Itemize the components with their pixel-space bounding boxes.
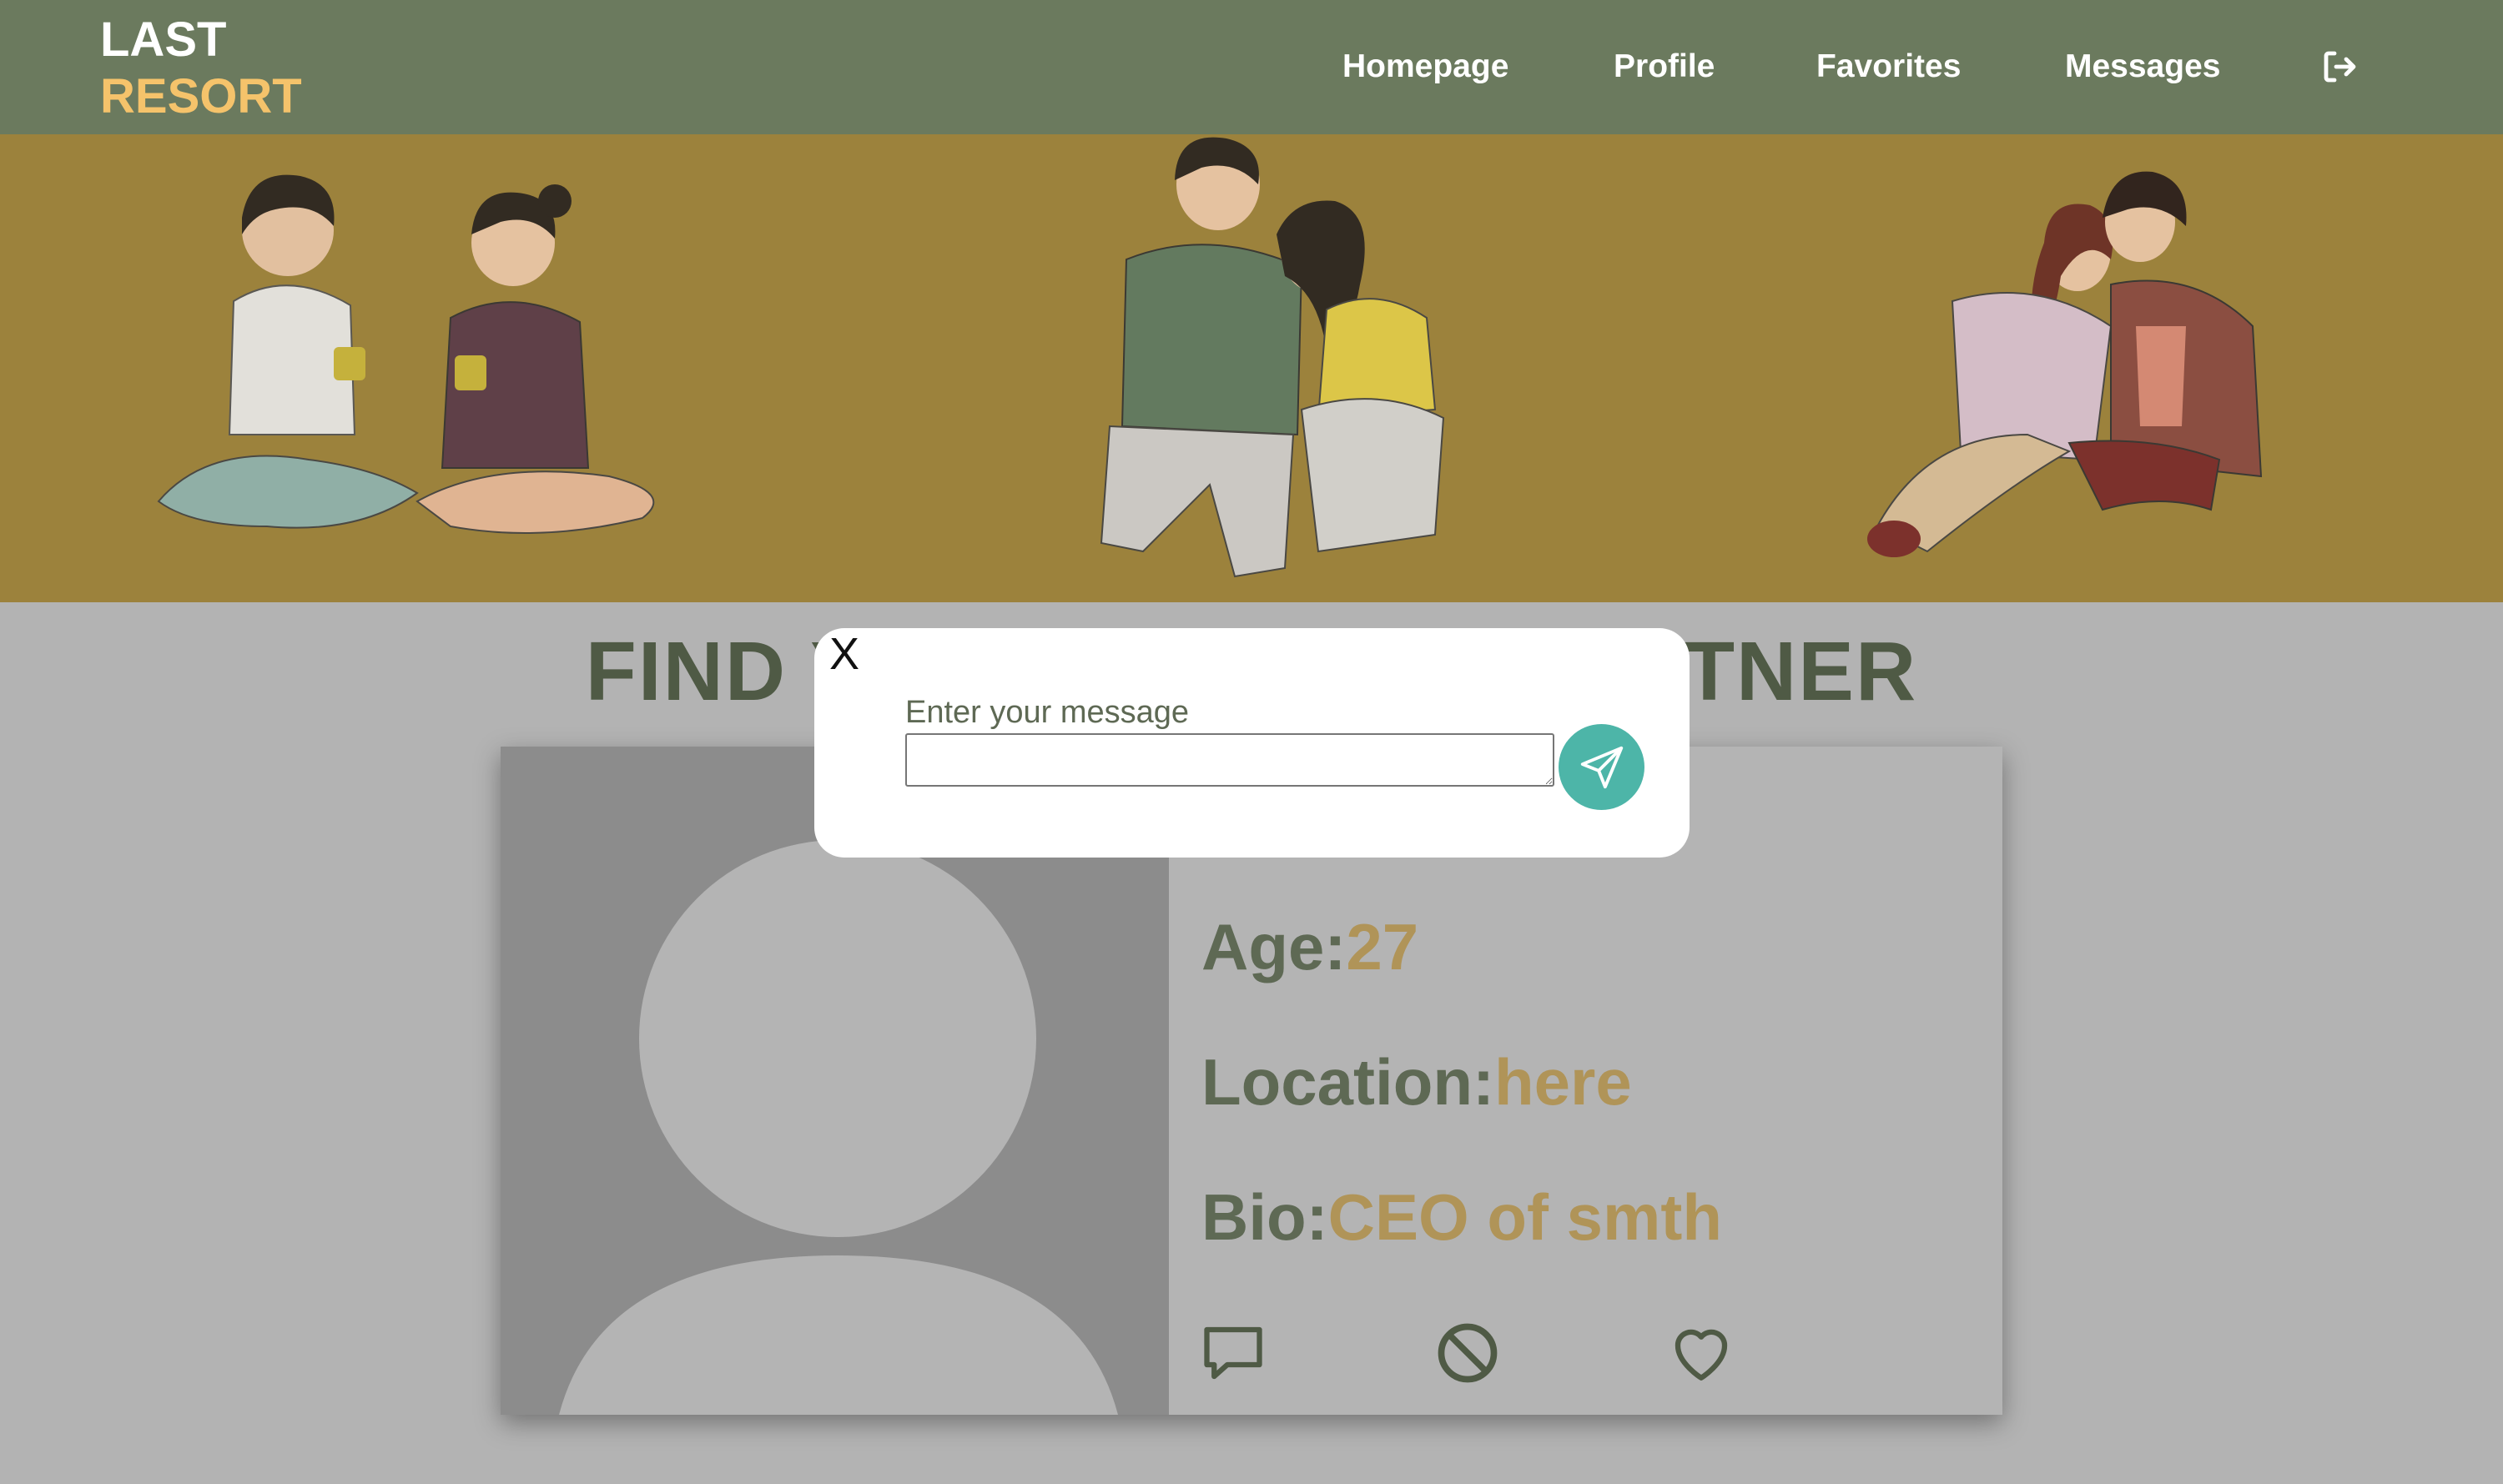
send-icon [1580,746,1623,788]
logo[interactable]: LAST RESORT [100,12,302,125]
message-label: Enter your message [905,695,1190,730]
nav-profile[interactable]: Profile [1614,43,1715,90]
logo-line-1: LAST [100,13,227,67]
logout-icon[interactable] [2319,47,2359,87]
top-navbar: LAST RESORT Homepage Profile Favorites M… [0,0,2503,134]
nav-homepage[interactable]: Homepage [1342,43,1508,90]
location-label: Location: [1201,1045,1494,1119]
message-modal: X Enter your message [814,628,1690,858]
send-button[interactable] [1559,724,1644,810]
age-row: Age:27 [1201,909,1418,985]
heart-icon[interactable] [1666,1318,1736,1388]
nav-favorites[interactable]: Favorites [1816,43,1961,90]
message-icon[interactable] [1198,1318,1268,1388]
bio-row: Bio:CEO of smth [1201,1180,1722,1255]
bio-label: Bio: [1201,1180,1328,1254]
couple-with-mugs-illustration [157,174,655,534]
bio-value: CEO of smth [1327,1180,1722,1254]
age-label: Age: [1201,910,1347,983]
logo-line-2: RESORT [100,69,302,123]
location-value: here [1493,1045,1632,1119]
couple-resting-illustration [1100,137,1445,578]
close-modal-button[interactable]: X [829,628,859,680]
age-value: 27 [1346,910,1419,983]
message-input[interactable] [905,733,1554,787]
couple-hugging-illustration [1867,171,2263,557]
hero-banner [0,134,2503,602]
block-icon[interactable] [1433,1318,1503,1388]
nav-messages[interactable]: Messages [2065,43,2220,90]
location-row: Location:here [1201,1044,1632,1120]
